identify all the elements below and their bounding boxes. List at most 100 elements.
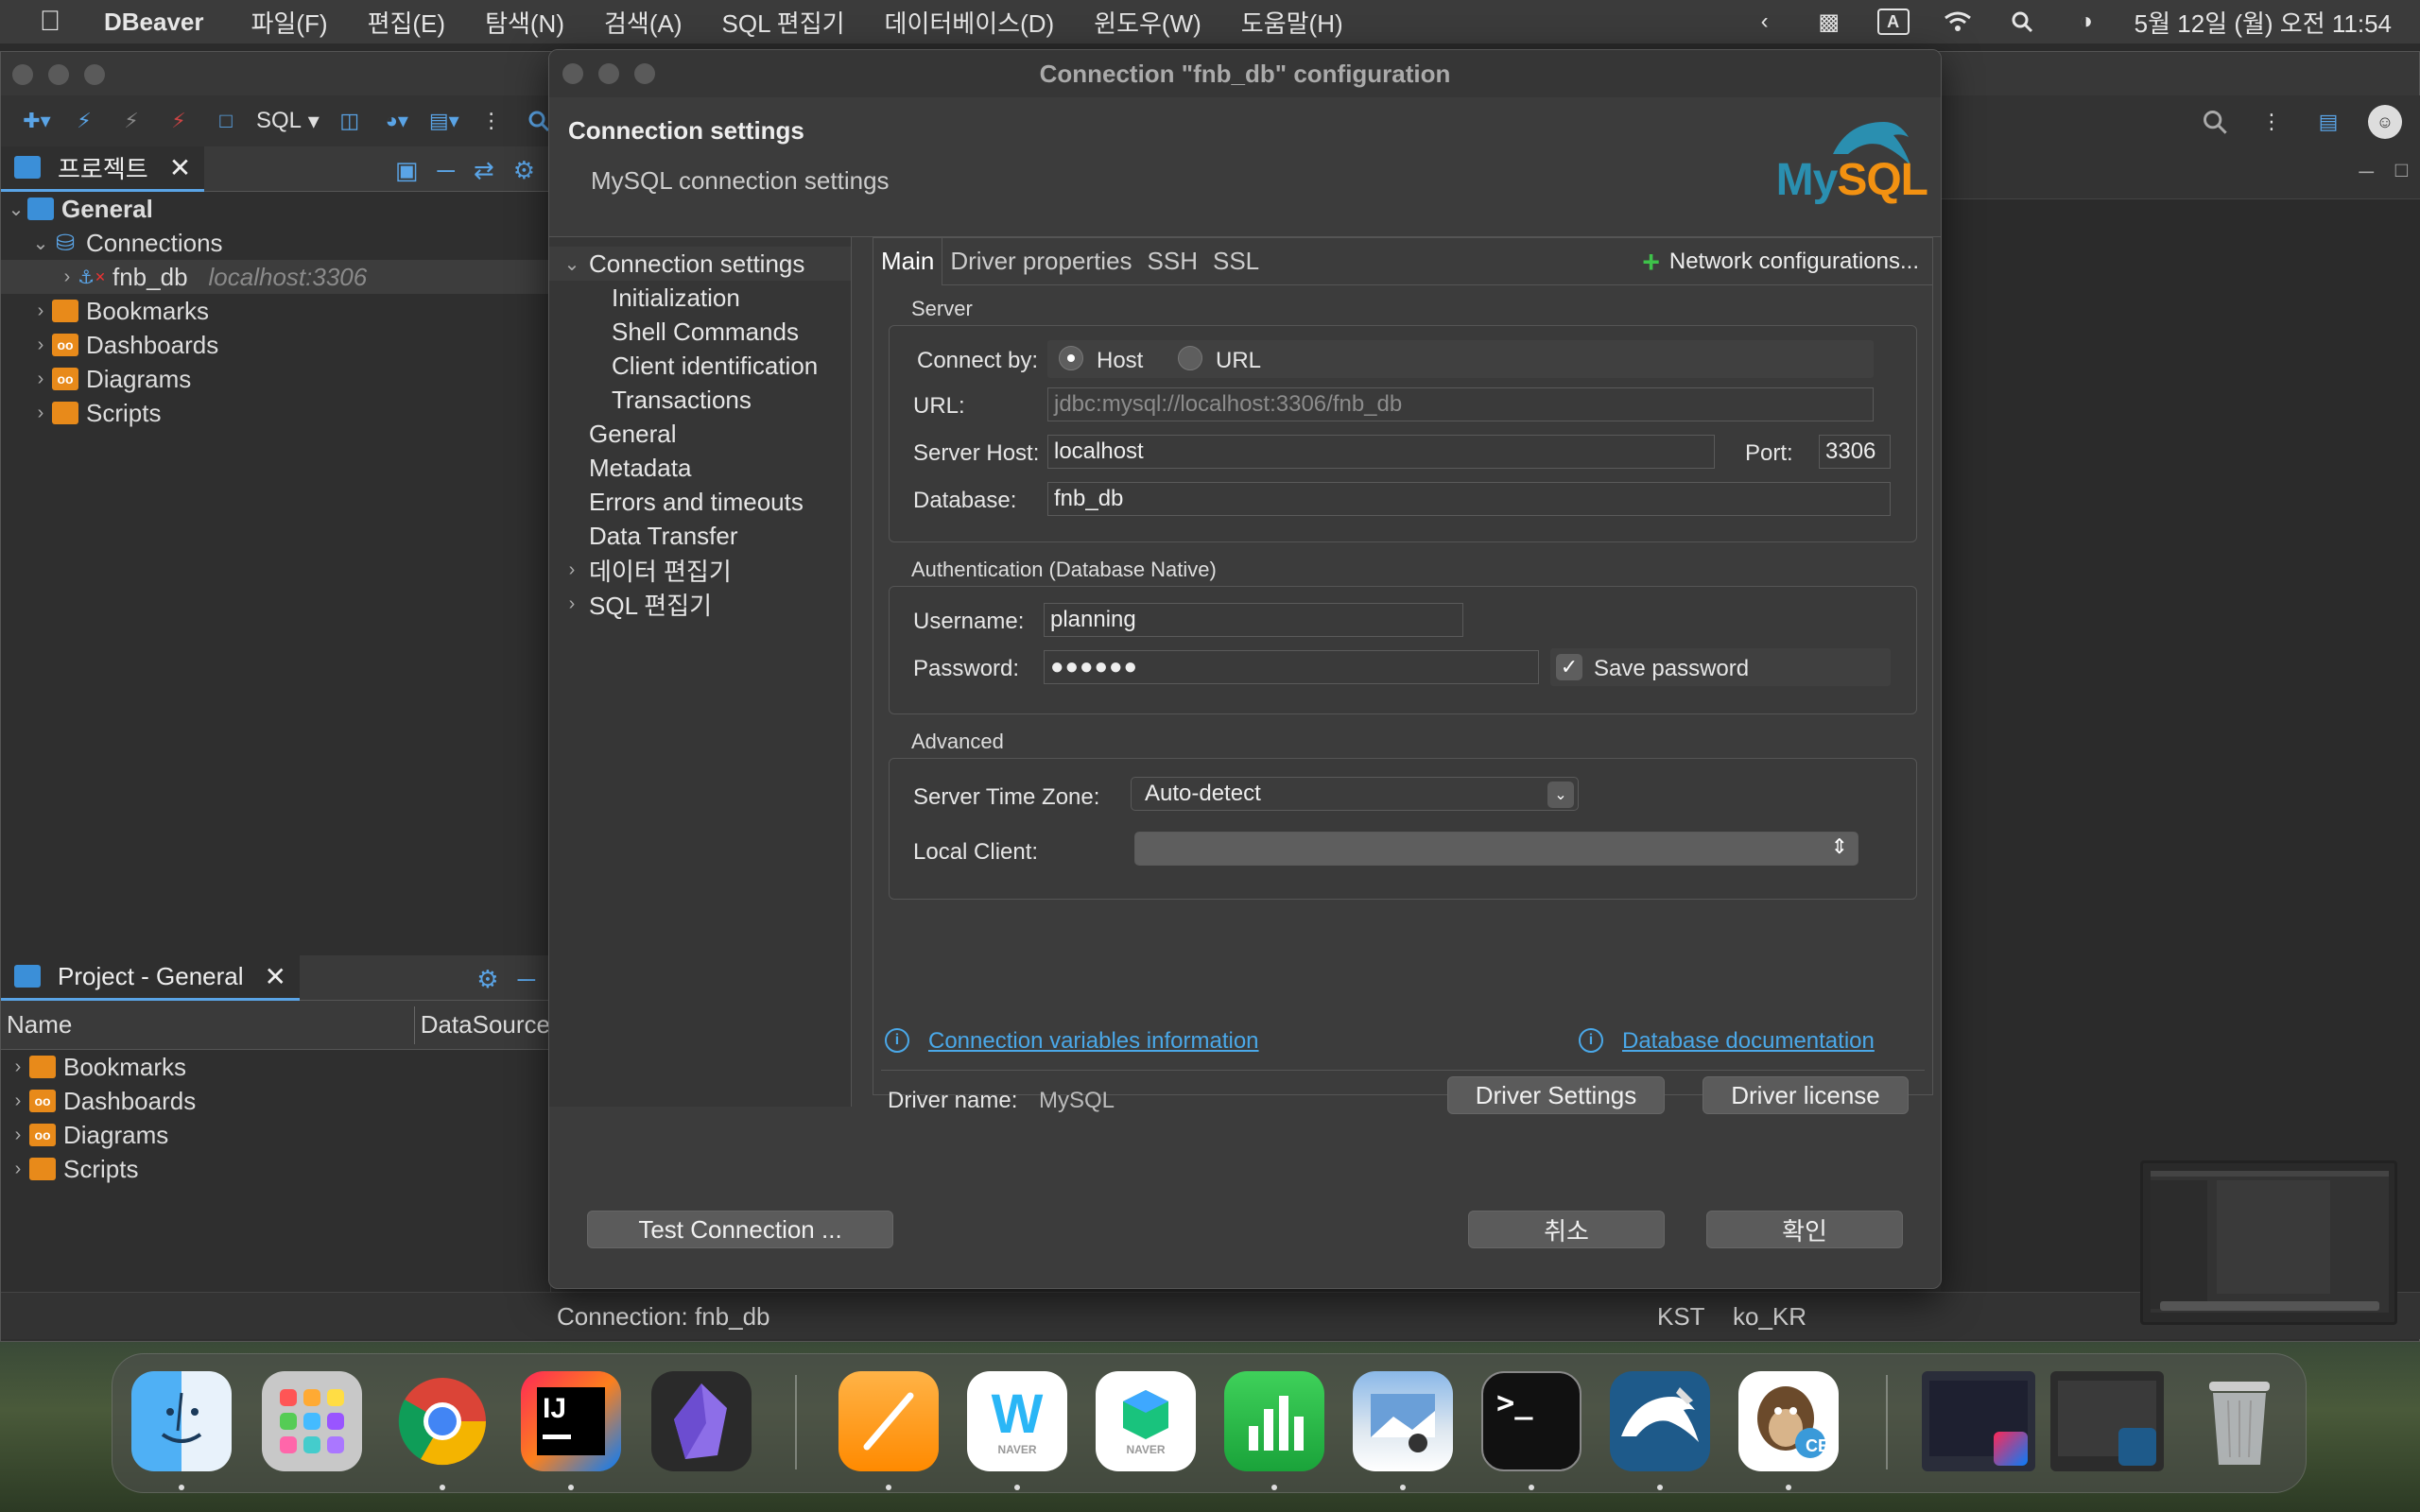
- tree-item-connections[interactable]: ⌄ ⛁ Connections: [1, 226, 550, 260]
- chevron-right-icon[interactable]: ›: [29, 369, 52, 390]
- chevron-down-icon[interactable]: ⌄: [1547, 782, 1574, 808]
- whale-browser-icon[interactable]: W NAVER: [967, 1371, 1067, 1471]
- nav-client-identification[interactable]: Client identification: [549, 349, 851, 383]
- settings-gear-icon[interactable]: ⚙: [513, 156, 535, 185]
- disconnect-icon[interactable]: ⚡: [114, 104, 148, 138]
- maximize-editor-icon[interactable]: □: [2395, 158, 2408, 182]
- chevron-right-icon[interactable]: ›: [7, 1091, 29, 1112]
- nav-transactions[interactable]: Transactions: [549, 383, 851, 417]
- collapse-all-icon[interactable]: ─: [437, 156, 454, 185]
- ok-button[interactable]: 확인: [1706, 1211, 1903, 1248]
- sql-dropdown[interactable]: SQL ▾: [256, 104, 320, 138]
- menu-window[interactable]: 윈도우(W): [1094, 5, 1201, 40]
- tree-item-general[interactable]: ⌄ General: [1, 192, 550, 226]
- transaction-mode-icon[interactable]: ◫: [333, 104, 367, 138]
- link-editor-icon[interactable]: ⇄: [474, 156, 494, 185]
- tab-main[interactable]: Main: [873, 237, 943, 285]
- save-password-checkbox[interactable]: ✓: [1556, 654, 1582, 680]
- minimize-window-button[interactable]: [48, 64, 69, 85]
- tab-driver-properties[interactable]: Driver properties: [942, 238, 1139, 285]
- nav-errors-and-timeouts[interactable]: Errors and timeouts: [549, 485, 851, 519]
- close-window-button[interactable]: [12, 64, 33, 85]
- nav-data-editor[interactable]: › 데이터 편집기: [549, 553, 851, 587]
- tab-project-general[interactable]: Project - General ✕: [1, 954, 300, 1001]
- terminal-icon[interactable]: >_: [1481, 1371, 1582, 1471]
- chevron-right-icon[interactable]: ›: [29, 403, 52, 424]
- intellij-idea-icon[interactable]: IJ: [521, 1371, 621, 1471]
- tree-item-fnb-db[interactable]: › ⚓ ✕ fnb_db localhost:3306: [1, 260, 550, 294]
- url-option-label[interactable]: URL: [1216, 348, 1261, 374]
- dbeaver-ce-icon[interactable]: CE: [1738, 1371, 1839, 1471]
- url-field[interactable]: jdbc:mysql://localhost:3306/fnb_db: [1047, 387, 1874, 421]
- new-connection-icon[interactable]: ✚▾: [20, 104, 54, 138]
- list-item-scripts[interactable]: › Scripts: [1, 1152, 550, 1186]
- input-source-icon[interactable]: A: [1876, 9, 1910, 35]
- pages-icon[interactable]: [838, 1371, 939, 1471]
- port-field[interactable]: 3306: [1819, 435, 1891, 469]
- menubar-clock[interactable]: 5월 12일 (월) 오전 11:54: [2135, 5, 2392, 40]
- status-locale[interactable]: ko_KR: [1733, 1293, 1806, 1340]
- tree-item-bookmarks[interactable]: › Bookmarks: [1, 294, 550, 328]
- tab-ssh[interactable]: SSH: [1140, 238, 1205, 285]
- username-field[interactable]: planning: [1044, 603, 1463, 637]
- control-center-icon[interactable]: ◑: [2070, 9, 2102, 35]
- nav-connection-settings[interactable]: ⌄ Connection settings: [549, 247, 851, 281]
- schema-icon[interactable]: ▤▾: [427, 104, 461, 138]
- database-documentation-link[interactable]: Database documentation: [1622, 1028, 1875, 1055]
- minimized-window-intellij[interactable]: [1922, 1371, 2035, 1471]
- menu-file[interactable]: 파일(F): [251, 5, 328, 40]
- connect-icon[interactable]: ⚡: [67, 104, 101, 138]
- driver-license-button[interactable]: Driver license: [1703, 1076, 1909, 1114]
- wifi-icon[interactable]: [1942, 9, 1974, 35]
- obsidian-icon[interactable]: [651, 1371, 752, 1471]
- test-connection-button[interactable]: Test Connection ...: [587, 1211, 893, 1248]
- disconnect-all-icon[interactable]: ⚡: [162, 104, 196, 138]
- menu-sql-editor[interactable]: SQL 편집기: [722, 5, 845, 40]
- chrome-icon[interactable]: [392, 1371, 493, 1471]
- launchpad-icon[interactable]: [262, 1371, 362, 1471]
- numbers-icon[interactable]: [1224, 1371, 1324, 1471]
- chevron-right-icon[interactable]: ›: [7, 1057, 29, 1078]
- local-client-select[interactable]: ⇕: [1134, 832, 1858, 866]
- minimize-icon[interactable]: ─: [518, 965, 535, 994]
- app-menu[interactable]: DBeaver: [104, 8, 204, 37]
- radio-url[interactable]: [1178, 346, 1202, 370]
- chevron-left-icon[interactable]: ‹: [1749, 9, 1781, 35]
- database-field[interactable]: fnb_db: [1047, 482, 1891, 516]
- save-password-label[interactable]: Save password: [1594, 656, 1749, 682]
- new-folder-icon[interactable]: ▣: [395, 156, 419, 185]
- keyboard-icon[interactable]: ▩: [1813, 9, 1845, 35]
- server-timezone-select[interactable]: Auto-detect ⌄: [1131, 777, 1579, 811]
- naver-app-icon[interactable]: NAVER: [1096, 1371, 1196, 1471]
- close-tab-icon[interactable]: ✕: [169, 152, 191, 183]
- minimize-editor-icon[interactable]: ─: [2359, 160, 2374, 184]
- status-timezone[interactable]: KST: [1657, 1293, 1705, 1340]
- menu-search[interactable]: 검색(A): [604, 5, 683, 40]
- cancel-button[interactable]: 취소: [1468, 1211, 1665, 1248]
- nav-general[interactable]: General: [549, 417, 851, 451]
- trash-icon[interactable]: [2192, 1371, 2287, 1471]
- chevron-right-icon[interactable]: ›: [555, 559, 589, 581]
- dialog-zoom-button[interactable]: [634, 63, 655, 84]
- network-configurations-button[interactable]: + Network configurations...: [1642, 238, 1919, 285]
- chevron-right-icon[interactable]: ›: [7, 1159, 29, 1180]
- chevron-down-icon[interactable]: ⌄: [555, 252, 589, 276]
- driver-settings-button[interactable]: Driver Settings: [1447, 1076, 1665, 1114]
- dialog-minimize-button[interactable]: [598, 63, 619, 84]
- spotlight-search-icon[interactable]: [2006, 9, 2038, 35]
- more-toolbar-icon[interactable]: ⋮: [475, 104, 509, 138]
- tree-item-dashboards[interactable]: › oo Dashboards: [1, 328, 550, 362]
- column-datasource[interactable]: DataSource: [415, 1010, 550, 1040]
- apple-icon[interactable]: : [38, 6, 62, 37]
- tree-item-scripts[interactable]: › Scripts: [1, 396, 550, 430]
- menu-edit[interactable]: 편집(E): [368, 5, 446, 40]
- tab-ssl[interactable]: SSL: [1205, 238, 1267, 285]
- list-item-dashboards[interactable]: › oo Dashboards: [1, 1084, 550, 1118]
- radio-host[interactable]: [1059, 346, 1083, 370]
- tab-projects[interactable]: 프로젝트 ✕: [1, 146, 205, 192]
- finder-icon[interactable]: [131, 1371, 232, 1471]
- nav-metadata[interactable]: Metadata: [549, 451, 851, 485]
- more-options-icon[interactable]: ⋮: [2255, 105, 2289, 139]
- preview-icon[interactable]: [1353, 1371, 1453, 1471]
- screenshot-thumbnail[interactable]: [2140, 1160, 2397, 1325]
